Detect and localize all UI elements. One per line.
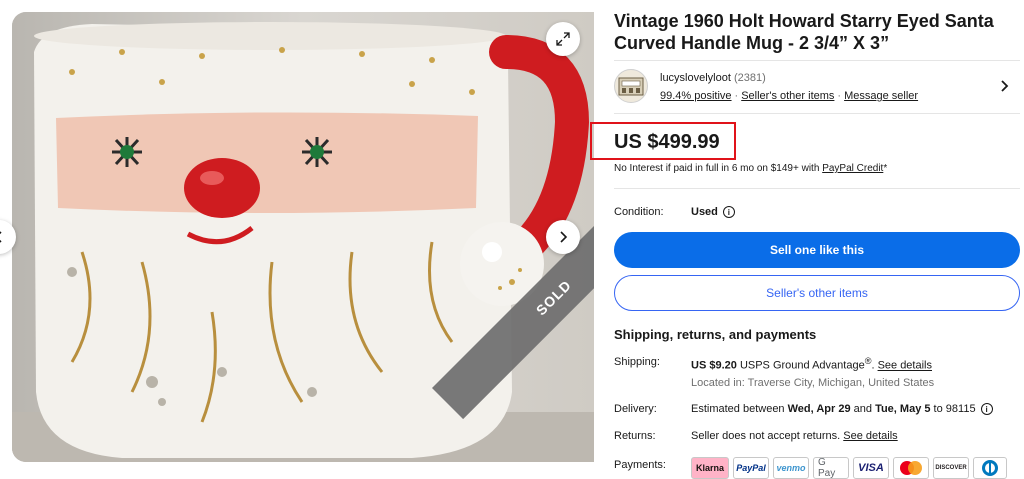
klarna-logo: Klarna	[691, 457, 729, 479]
separator: ·	[837, 90, 842, 102]
financing-note: No Interest if paid in full in 6 mo on $…	[614, 163, 887, 174]
expand-icon	[556, 32, 570, 46]
shipping-section-heading: Shipping, returns, and payments	[614, 327, 817, 342]
delivery-label: Delivery:	[614, 403, 657, 415]
visa-logo: VISA	[853, 457, 889, 479]
financing-suffix: *	[883, 163, 888, 174]
shipping-see-details-link[interactable]: See details	[878, 360, 932, 372]
info-icon[interactable]: i	[980, 403, 993, 416]
delivery-start: Wed, Apr 29	[787, 403, 851, 415]
mastercard-logo	[893, 457, 929, 479]
chevron-right-icon	[1001, 80, 1009, 92]
payment-methods: Klarna PayPal venmo G Pay VISA DISCOVER	[691, 457, 1007, 479]
mastercard-icon	[900, 461, 922, 475]
seller-name-line: lucyslovelyloot (2381)	[660, 72, 766, 84]
item-details-panel: Vintage 1960 Holt Howard Starry Eyed San…	[590, 0, 1020, 479]
item-price: US $499.99	[614, 131, 720, 153]
returns-label: Returns:	[614, 430, 656, 442]
discover-logo: DISCOVER	[933, 457, 969, 479]
seller-links: 99.4% positive · Seller's other items · Mess…	[660, 90, 918, 102]
expand-image-button[interactable]	[546, 22, 580, 56]
condition-label: Condition:	[614, 206, 664, 218]
diners-club-logo	[973, 457, 1007, 479]
condition-value: Used	[691, 206, 718, 218]
shipping-price: US $9.20	[691, 359, 737, 372]
delivery-value: Estimated between Wed, Apr 29 and Tue, M…	[691, 403, 993, 416]
shipping-label: Shipping:	[614, 356, 660, 368]
returns-value: Seller does not accept returns. See deta…	[691, 430, 898, 442]
google-pay-logo: G Pay	[813, 457, 849, 479]
shipping-value: US $9.20 USPS Ground Advantage®. See det…	[691, 356, 932, 372]
product-photo[interactable]: SOLD	[12, 12, 594, 462]
info-icon[interactable]: i	[722, 206, 735, 219]
delivery-prefix: Estimated between	[691, 403, 788, 415]
delivery-suffix: to 98115	[930, 403, 976, 415]
registered-mark: ®	[864, 356, 872, 366]
financing-text: No Interest if paid in full in 6 mo on $…	[614, 163, 823, 174]
seller-chevron[interactable]	[996, 77, 1012, 95]
shipping-service: USPS Ground Advantage	[739, 359, 865, 372]
condition-value-line: Used i	[691, 206, 735, 219]
sellers-other-items-button[interactable]: Seller's other items	[614, 275, 1020, 311]
seller-avatar[interactable]	[614, 69, 648, 103]
chevron-left-icon	[0, 231, 2, 243]
separator: ·	[734, 90, 739, 102]
seller-card[interactable]: lucyslovelyloot (2381) 99.4% positive · Se…	[614, 60, 1020, 114]
seller-positive-link[interactable]: 99.4% positive	[660, 90, 732, 102]
returns-see-details-link[interactable]: See details	[843, 430, 897, 442]
item-location: Located in: Traverse City, Michigan, Uni…	[691, 377, 935, 389]
next-image-button[interactable]	[546, 220, 580, 254]
divider	[614, 188, 1020, 189]
store-icon	[618, 77, 644, 96]
seller-name[interactable]: lucyslovelyloot	[660, 72, 731, 84]
payments-label: Payments:	[614, 459, 666, 471]
message-seller-link[interactable]: Message seller	[844, 90, 918, 102]
delivery-and: and	[850, 403, 876, 415]
returns-text: Seller does not accept returns.	[691, 430, 844, 442]
santa-mug-image	[12, 12, 594, 462]
delivery-end: Tue, May 5	[875, 403, 931, 415]
diners-club-icon	[982, 460, 998, 476]
listing-title: Vintage 1960 Holt Howard Starry Eyed San…	[614, 11, 994, 53]
seller-other-items-link[interactable]: Seller's other items	[741, 90, 834, 102]
venmo-logo: venmo	[773, 457, 809, 479]
paypal-logo: PayPal	[733, 457, 769, 479]
chevron-right-icon	[560, 231, 568, 243]
seller-feedback-count: (2381)	[733, 72, 766, 84]
image-gallery: SOLD	[0, 0, 600, 479]
paypal-credit-link[interactable]: PayPal Credit	[822, 163, 883, 174]
sell-one-like-this-button[interactable]: Sell one like this	[614, 232, 1020, 268]
